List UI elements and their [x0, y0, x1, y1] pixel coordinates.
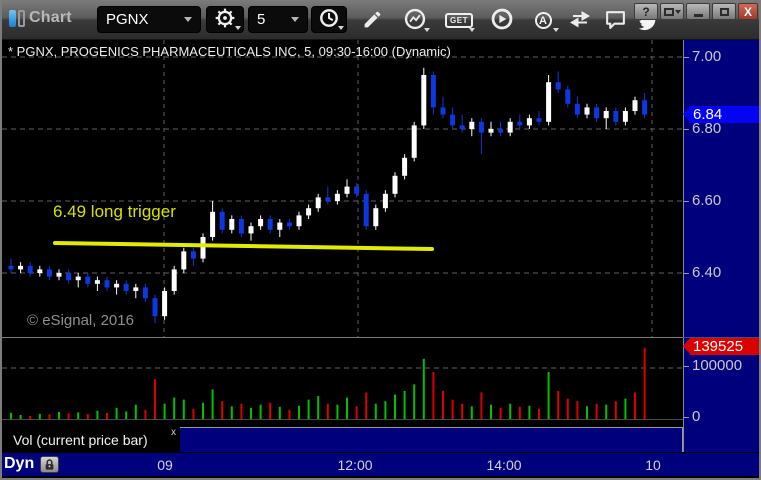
interval-value: 5: [257, 11, 266, 28]
swap-arrows-icon: [569, 8, 591, 33]
axis-tick: [684, 129, 689, 130]
chevron-down-icon: [469, 28, 475, 32]
maximize-button[interactable]: [712, 3, 736, 20]
chevron-down-icon: [184, 17, 192, 22]
time-axis-label: 10: [645, 457, 661, 473]
interval-input[interactable]: 5: [248, 6, 308, 33]
window-title: Chart: [29, 9, 72, 26]
time-axis-bar[interactable]: Dyn 09 12:00 14:00 10: [0, 452, 761, 476]
study-tab-row: Vol (current price bar) x: [2, 427, 683, 452]
get-icon: GET: [445, 13, 473, 28]
panel-dropdown-icon: [663, 7, 681, 16]
collapsed-panel-strip: [180, 427, 683, 452]
window-title-group: Chart: [9, 9, 72, 27]
help-button[interactable]: ?: [634, 3, 658, 20]
axis-label: 6.60: [692, 192, 722, 209]
axis-label: 7.00: [692, 48, 722, 65]
auto-analysis-button[interactable]: A: [525, 7, 561, 34]
volume-study-tab-label: Vol (current price bar): [13, 432, 148, 448]
chart-window-icon: [9, 9, 25, 27]
chart-title: * PGNX, PROGENICS PHARMACEUTICALS INC, 5…: [8, 44, 451, 59]
symbol-value: PGNX: [106, 11, 149, 28]
chevron-down-icon: [424, 28, 430, 32]
letter-a-icon: A: [534, 12, 552, 29]
axis-tick: [684, 417, 689, 418]
chevron-down-icon: [338, 26, 344, 30]
toolbar: Chart PGNX 5 GET A ? X: [0, 0, 761, 40]
play-icon: [490, 7, 514, 34]
panel-menu-button[interactable]: [660, 3, 684, 20]
trendline-tool-button[interactable]: [398, 7, 432, 34]
gear-icon: [214, 7, 236, 32]
close-icon[interactable]: x: [171, 428, 176, 438]
symbol-settings-button[interactable]: [206, 6, 244, 33]
last-price-tag: 6.84: [683, 106, 760, 123]
clock-icon: [318, 7, 340, 32]
trigger-annotation: 6.49 long trigger: [53, 202, 176, 221]
volume-chart-panel[interactable]: [2, 338, 683, 427]
window-edge: [0, 0, 2, 480]
axis-tick: [684, 366, 689, 367]
current-volume-tag: 139525: [683, 338, 760, 355]
comment-button[interactable]: [599, 7, 631, 34]
chevron-down-icon: [553, 28, 559, 32]
time-template-button[interactable]: [311, 6, 347, 33]
panel-divider[interactable]: [2, 337, 683, 338]
price-axis[interactable]: 7.00 6.80 6.60 6.40 100000 0 6.84 139525: [683, 40, 760, 452]
esignal-watermark: © eSignal, 2016: [27, 312, 134, 329]
maximize-icon: [719, 7, 729, 16]
draw-pencil-button[interactable]: [356, 7, 388, 34]
close-button[interactable]: X: [738, 3, 758, 20]
volume-study-tab[interactable]: Vol (current price bar) x: [3, 428, 180, 452]
time-axis-label: 12:00: [337, 457, 373, 473]
time-axis-label: 14:00: [486, 457, 522, 473]
dyn-mode-button[interactable]: Dyn: [4, 455, 34, 473]
price-chart-panel[interactable]: * PGNX, PROGENICS PHARMACEUTICALS INC, 5…: [2, 40, 683, 337]
pencil-icon: [362, 9, 383, 33]
axis-tick: [684, 201, 689, 202]
axis-tick: [684, 57, 689, 58]
panel-divider-axis: [683, 337, 759, 338]
play-replay-button[interactable]: [486, 7, 518, 34]
esignal-chart-window: Chart PGNX 5 GET A ? X * PGNX, PROGENICS…: [0, 0, 761, 480]
get-data-button[interactable]: GET: [441, 7, 477, 34]
window-controls: ? X: [634, 3, 758, 20]
minimize-button[interactable]: [686, 3, 710, 20]
axis-label: 100000: [692, 357, 743, 374]
lock-icon[interactable]: [40, 456, 59, 473]
time-axis-label: 09: [157, 457, 173, 473]
speech-bubble-icon: [604, 8, 627, 34]
chevron-down-icon: [291, 17, 299, 22]
minimize-icon: [693, 13, 703, 17]
axis-tick: [684, 273, 689, 274]
symbol-input[interactable]: PGNX: [97, 6, 201, 33]
axis-label: 0: [692, 408, 701, 425]
axis-label: 6.40: [692, 264, 722, 281]
swap-arrows-button[interactable]: [564, 7, 596, 34]
chevron-down-icon: [235, 26, 241, 30]
